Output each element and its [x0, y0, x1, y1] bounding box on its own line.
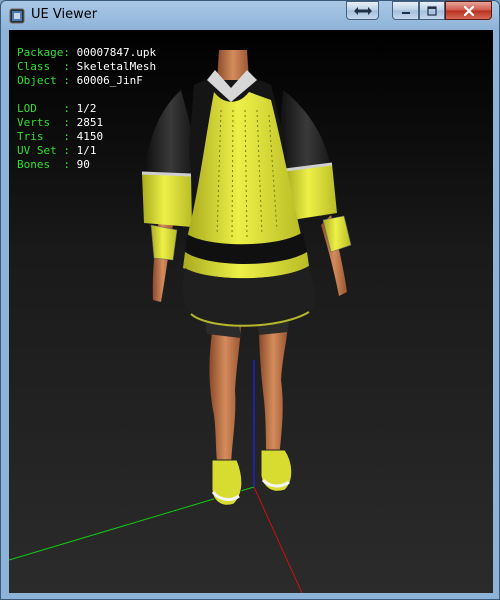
maximize-icon [427, 5, 437, 16]
close-button[interactable] [445, 1, 492, 20]
character-model [141, 50, 352, 506]
info-lod-value: 1/2 [76, 102, 97, 115]
info-tris-value: 4150 [76, 130, 104, 143]
info-class-label: Class : [17, 60, 70, 73]
info-bones-label: Bones : [17, 158, 70, 171]
info-object-label: Object : [17, 74, 70, 87]
close-x-icon [463, 5, 474, 16]
title-bar[interactable]: UE Viewer [1, 1, 499, 29]
ue-viewer-app-icon [9, 8, 25, 24]
info-uvset: UV Set : 1/1 [17, 144, 156, 158]
double-arrow-icon [353, 6, 372, 15]
info-class-value: SkeletalMesh [76, 60, 157, 73]
ue-viewer-window: UE Viewer Package: 00007847.upk Class: … [0, 0, 500, 600]
info-uvset-value: 1/1 [76, 144, 97, 157]
info-object: Object : 60006_JinF [17, 74, 156, 88]
window-title: UE Viewer [31, 7, 98, 22]
info-tris-label: Tris : [17, 130, 70, 143]
info-verts-value: 2851 [76, 116, 104, 129]
info-package-value: 00007847.upk [76, 46, 157, 59]
minimize-button[interactable] [392, 1, 419, 20]
info-package: Package: 00007847.upk [17, 46, 156, 60]
3d-viewport[interactable]: Package: 00007847.upk Class : SkeletalMe… [9, 30, 493, 593]
minimize-icon [401, 11, 410, 14]
info-uvset-label: UV Set : [17, 144, 70, 157]
info-verts: Verts : 2851 [17, 116, 156, 130]
info-tris: Tris : 4150 [17, 130, 156, 144]
info-bones-value: 90 [76, 158, 90, 171]
info-lod-label: LOD : [17, 102, 70, 115]
info-lod: LOD : 1/2 [17, 102, 156, 116]
maximize-button[interactable] [419, 1, 445, 20]
info-bones: Bones : 90 [17, 158, 156, 172]
info-verts-label: Verts : [17, 116, 70, 129]
axis-x-line [253, 486, 303, 593]
restore-size-button[interactable] [346, 1, 379, 20]
info-class: Class : SkeletalMesh [17, 60, 156, 74]
mesh-info-overlay: Package: 00007847.upk Class : SkeletalMe… [17, 46, 156, 172]
info-object-value: 60006_JinF [76, 74, 143, 87]
info-package-label: Package: [17, 46, 70, 59]
